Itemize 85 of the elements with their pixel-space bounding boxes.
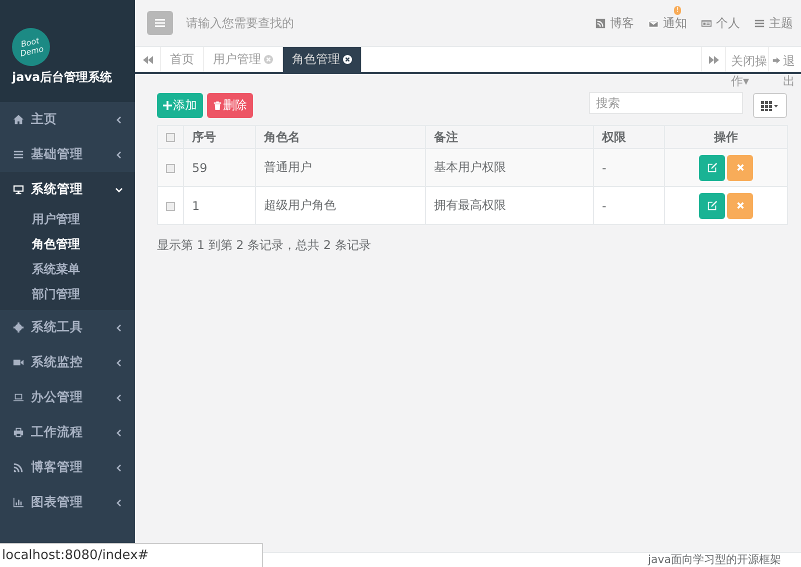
chevron-left-icon [115,428,123,436]
app-title: java后台管理系统 [12,69,112,86]
select-all-checkbox[interactable] [166,133,175,142]
chevron-left-icon [115,358,123,366]
table-cell: 59 [184,148,256,186]
table-cell: 拥有最高权限 [426,186,594,224]
pagination-info: 显示第 1 到第 2 条记录，总共 2 条记录 [157,237,372,254]
column-header: 备注 [426,126,594,148]
chevron-left-icon [115,150,123,158]
page-tab[interactable]: 角色管理 [283,47,362,72]
chevron-left-icon [115,394,123,402]
rss-icon [13,462,24,473]
sidebar-item[interactable]: 图表管理 [0,485,135,520]
close-icon [736,163,744,172]
column-header: 角色名 [256,126,426,148]
sidebar-item[interactable]: 办公管理 [0,380,135,415]
close-icon[interactable] [343,55,352,64]
double-right-icon [708,56,718,64]
column-header: 权限 [594,126,664,148]
menu-icon [154,17,166,29]
submenu-item[interactable]: 角色管理 [0,232,135,257]
laptop-icon [13,392,24,403]
id-card-icon [701,18,712,28]
footer-text: java面向学习型的开源框架 [648,553,781,566]
close-icon [736,201,744,210]
page-tab[interactable]: 首页 [161,47,204,72]
menu-icon [13,149,24,160]
menu-button[interactable] [147,11,173,35]
sidebar-item[interactable]: 工作流程 [0,415,135,450]
add-button[interactable]: 添加 [157,93,203,118]
home-icon [13,114,24,125]
rss-icon [595,18,606,28]
table-cell: - [594,148,664,186]
grid-icon [761,100,779,110]
header-link[interactable]: 通知 [648,14,687,32]
table-cell: 1 [184,186,256,224]
sidebar-item[interactable]: 系统工具 [0,310,135,345]
edit-icon [706,162,718,173]
table-cell: - [594,186,664,224]
delete-row-button[interactable] [727,192,753,218]
chevron-down-icon [115,186,123,194]
table-cell: 基本用户权限 [426,148,594,186]
edit-button[interactable] [699,154,725,180]
header-link[interactable]: 个人 [701,14,740,32]
table-cell: 普通用户 [256,148,426,186]
delete-button[interactable]: 删除 [207,93,253,118]
sidebar-item[interactable]: 博客管理 [0,450,135,485]
monitor-icon [13,184,24,195]
double-left-icon [142,56,152,64]
row-checkbox[interactable] [166,164,175,173]
trash-icon [213,101,222,110]
edit-icon [706,200,718,211]
row-checkbox[interactable] [166,202,175,211]
printer-icon [13,427,24,438]
list-icon [754,18,765,28]
sidebar-item[interactable]: 系统监控 [0,345,135,380]
submenu-item[interactable]: 部门管理 [0,282,135,307]
column-header: 序号 [184,126,256,148]
video-camera-icon [13,357,24,368]
chevron-left-icon [115,324,123,332]
mail-icon [648,18,659,28]
chevron-left-icon [115,498,123,506]
logout-icon [772,56,781,65]
gear-icon [13,322,24,333]
chevron-left-icon [115,464,123,472]
table-search-field[interactable]: 搜索 [589,92,743,114]
header-link[interactable]: 主题 [754,14,793,32]
table-cell: 超级用户角色 [256,186,426,224]
browser-status-bar: localhost:8080/index# [0,543,263,567]
edit-button[interactable] [699,192,725,218]
column-header: 操作 [664,126,788,148]
bar-chart-icon [13,497,24,508]
logout-button[interactable]: 退出 [781,51,800,91]
submenu-item[interactable]: 用户管理 [0,207,135,232]
sidebar-item[interactable]: 基础管理 [0,137,135,172]
delete-row-button[interactable] [727,154,753,180]
sidebar-item[interactable]: 系统管理 [0,172,135,207]
chevron-left-icon [115,116,123,124]
plus-icon [163,101,172,110]
search-field[interactable]: 请输入您需要查找的 [184,15,388,31]
columns-button[interactable] [753,93,787,118]
close-tabs-dropdown[interactable]: 关闭操作▾ [726,51,772,91]
sidebar-item[interactable]: 主页 [0,102,135,137]
header-link[interactable]: 博客 [595,14,634,32]
submenu-item[interactable]: 系统菜单 [0,257,135,282]
